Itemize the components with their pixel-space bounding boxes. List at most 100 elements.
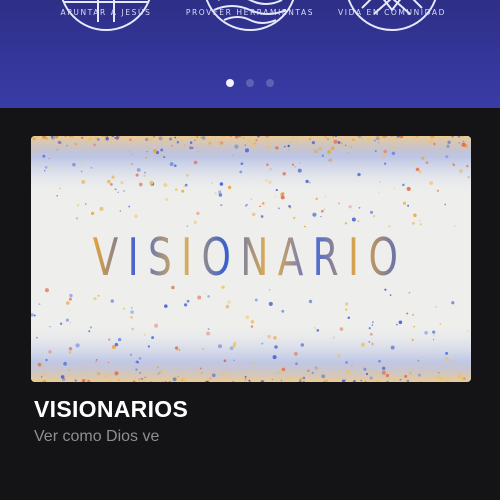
splatter-speck: [419, 219, 422, 222]
event-card-artwork[interactable]: VISIONARIOS: [31, 136, 471, 382]
splatter-speck: [75, 343, 80, 348]
splatter-speck: [369, 210, 374, 214]
hero-banner[interactable]: APUNTAR A JESÚS PROVEER HERRAMIENTAS VID…: [0, 0, 500, 108]
splatter-speck: [311, 371, 314, 375]
splatter-speck: [253, 361, 256, 364]
splatter-speck: [300, 343, 304, 347]
splatter-speck: [273, 335, 277, 340]
splatter-speck: [340, 142, 343, 145]
splatter-speck: [288, 149, 290, 151]
event-title[interactable]: VISIONARIOS: [34, 396, 188, 423]
splatter-speck: [33, 314, 36, 317]
splatter-speck: [114, 188, 117, 191]
splatter-speck: [40, 376, 43, 378]
splatter-speck: [114, 371, 119, 376]
carousel-dot[interactable]: [266, 79, 274, 87]
splatter-speck: [44, 166, 48, 169]
splatter-speck: [207, 328, 210, 330]
splatter-speck: [211, 182, 213, 184]
splatter-speck: [458, 141, 461, 144]
splatter-speck: [184, 144, 186, 146]
splatter-speck: [368, 341, 371, 343]
splatter-speck: [196, 211, 200, 216]
splatter-speck: [220, 203, 223, 207]
splatter-speck: [174, 188, 178, 191]
splatter-speck: [368, 327, 371, 330]
splatter-speck: [421, 156, 425, 160]
splatter-speck: [74, 379, 77, 382]
splatter-speck: [223, 359, 227, 363]
splatter-speck: [95, 358, 98, 361]
splatter-speck: [74, 143, 78, 146]
pillar-label: VIDA EN COMUNIDAD: [338, 8, 446, 17]
splatter-speck: [318, 147, 323, 151]
splatter-speck: [218, 344, 222, 349]
splatter-speck: [76, 203, 80, 207]
splatter-speck: [346, 369, 351, 374]
artwork-title: VISIONARIOS: [92, 228, 441, 288]
splatter-speck: [239, 170, 243, 174]
splatter-speck: [441, 369, 443, 371]
splatter-speck: [327, 149, 332, 155]
pillar-vida-en-comunidad[interactable]: VIDA EN COMUNIDAD: [322, 0, 462, 34]
splatter-speck: [184, 303, 188, 307]
splatter-speck: [419, 223, 422, 226]
splatter-speck: [463, 377, 466, 380]
splatter-speck: [200, 136, 202, 139]
carousel-dot[interactable]: [246, 79, 254, 87]
splatter-speck: [417, 359, 420, 362]
splatter-speck: [425, 161, 429, 165]
splatter-speck: [308, 299, 313, 304]
splatter-speck: [229, 346, 234, 351]
splatter-speck: [458, 169, 463, 174]
splatter-speck: [450, 151, 453, 153]
splatter-speck: [383, 149, 388, 154]
carousel-dot[interactable]: [226, 79, 234, 87]
pillar-apuntar-a-jesus[interactable]: APUNTAR A JESÚS: [36, 0, 176, 34]
pillar-label: APUNTAR A JESÚS: [60, 8, 152, 17]
splatter-speck: [117, 337, 122, 342]
cross-emblem-icon: [61, 0, 151, 31]
splatter-speck: [347, 152, 349, 154]
splatter-speck: [123, 307, 126, 310]
splatter-speck: [418, 170, 422, 174]
splatter-speck: [156, 366, 159, 369]
splatter-speck: [371, 321, 374, 324]
splatter-speck: [44, 170, 46, 172]
splatter-speck: [436, 375, 441, 380]
splatter-speck: [429, 140, 433, 144]
splatter-speck: [191, 146, 194, 149]
splatter-speck: [110, 299, 115, 303]
splatter-speck: [72, 163, 76, 167]
splatter-speck: [280, 192, 284, 197]
splatter-speck: [266, 145, 271, 150]
splatter-speck: [107, 361, 110, 364]
carousel-page-indicator[interactable]: [0, 79, 500, 87]
splatter-speck: [82, 164, 85, 167]
splatter-speck: [48, 158, 50, 160]
splatter-speck: [255, 139, 258, 142]
splatter-speck: [119, 210, 121, 212]
splatter-speck: [451, 301, 455, 305]
splatter-speck: [381, 366, 386, 371]
splatter-speck: [360, 342, 366, 347]
splatter-speck: [136, 168, 141, 172]
splatter-speck: [372, 214, 376, 218]
splatter-speck: [157, 373, 160, 375]
splatter-speck: [447, 140, 451, 145]
splatter-speck: [373, 139, 376, 142]
splatter-speck: [266, 163, 269, 167]
splatter-speck: [75, 217, 79, 220]
pillar-proveer-herramientas[interactable]: PROVEER HERRAMIENTAS: [180, 0, 320, 34]
splatter-speck: [460, 377, 464, 381]
splatter-speck: [435, 306, 437, 308]
splatter-speck: [280, 379, 283, 382]
splatter-speck: [398, 320, 403, 325]
splatter-speck: [227, 185, 232, 190]
splatter-speck: [65, 318, 70, 322]
splatter-speck: [291, 163, 295, 166]
splatter-speck: [352, 138, 355, 142]
splatter-speck: [160, 148, 164, 152]
splatter-speck: [307, 144, 310, 147]
splatter-speck: [186, 225, 189, 228]
